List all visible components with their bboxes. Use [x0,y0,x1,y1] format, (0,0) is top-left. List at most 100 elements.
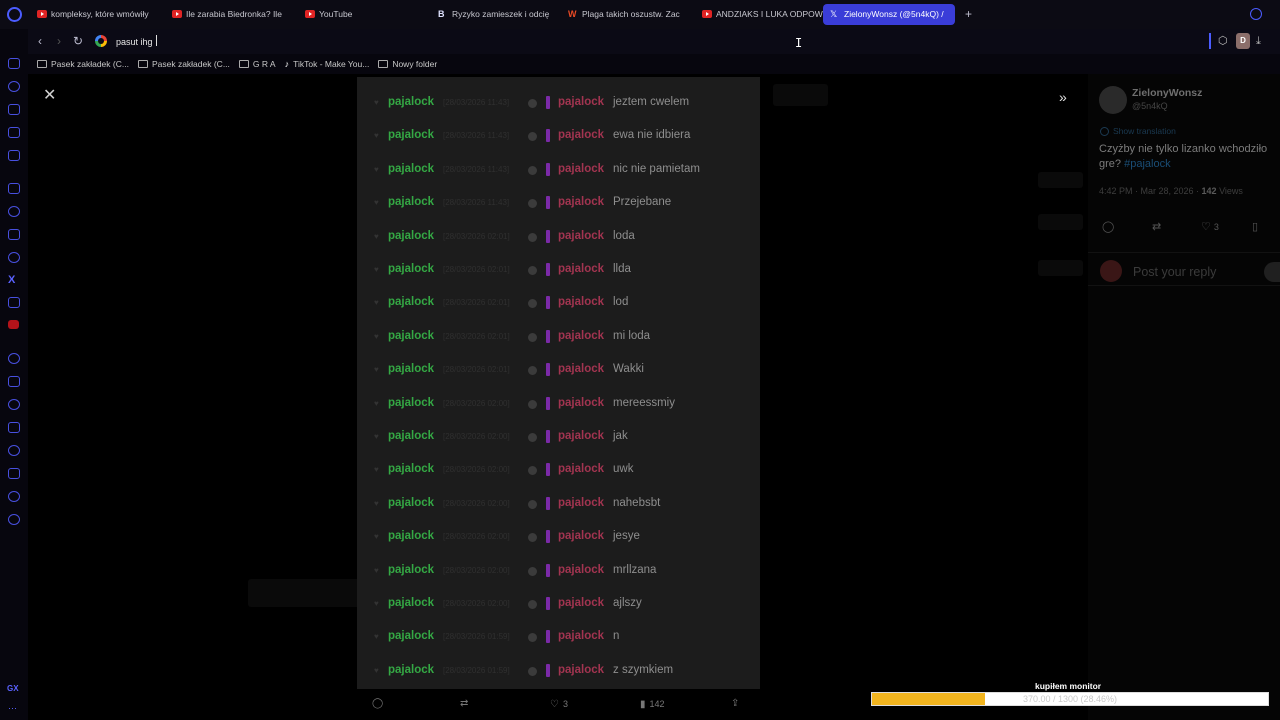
chat-target-username[interactable]: pajalock [558,296,604,308]
heart-icon[interactable]: ♥ [374,566,382,575]
chat-target-username[interactable]: pajalock [558,129,604,141]
sidebar-discord-icon[interactable] [8,297,20,308]
chat-username[interactable]: pajalock [388,363,434,375]
heart-icon[interactable]: ♥ [374,666,382,675]
like-button[interactable]: ♡ 3 [1201,220,1219,233]
sidebar-gamer-icon[interactable] [8,104,20,115]
sidebar-cards-icon[interactable] [8,58,20,69]
new-tab-button[interactable]: + [965,7,977,21]
chat-username[interactable]: pajalock [388,664,434,676]
tweet-author-handle[interactable]: @5n4kQ [1132,101,1168,111]
bookmark-item[interactable]: G R A [238,59,276,69]
sidebar-downloads-icon[interactable] [8,468,20,479]
reload-icon[interactable]: ↻ [71,33,85,49]
chat-username[interactable]: pajalock [388,564,434,576]
sidebar-telegram-icon[interactable] [8,229,20,240]
heart-icon[interactable]: ♥ [374,299,382,307]
chat-target-username[interactable]: pajalock [558,196,604,208]
sidebar-more-icon[interactable]: ⋯ [8,703,17,714]
chat-username[interactable]: pajalock [388,129,434,141]
tab-2[interactable]: YouTube [298,4,431,25]
heart-icon[interactable]: ♥ [374,332,382,341]
chat-target-username[interactable]: pajalock [558,397,604,409]
back-icon[interactable]: ‹ [33,33,47,49]
tab-search-icon[interactable] [1250,8,1262,20]
chat-target-username[interactable]: pajalock [558,163,604,175]
chat-target-username[interactable]: pajalock [558,363,604,375]
heart-icon[interactable]: ♥ [374,399,382,408]
chat-target-username[interactable]: pajalock [558,664,604,676]
chat-username[interactable]: pajalock [388,196,434,208]
chat-target-username[interactable]: pajalock [558,497,604,509]
heart-icon[interactable]: ♥ [374,199,382,207]
sidebar-settings-icon[interactable] [8,514,20,525]
chat-username[interactable]: pajalock [388,263,434,275]
reply-input[interactable]: Post your reply [1133,265,1216,279]
chat-target-username[interactable]: pajalock [558,430,604,442]
bookmark-item[interactable]: Pasek zakładek (C... [137,59,230,69]
chat-target-username[interactable]: pajalock [558,330,604,342]
tweet-author-name[interactable]: ZielonyWonsz [1132,87,1202,99]
sidebar-instagram-icon[interactable] [8,252,20,263]
chat-target-username[interactable]: pajalock [558,230,604,242]
chat-username[interactable]: pajalock [388,397,434,409]
sidebar-twitch-icon[interactable] [8,183,20,194]
sidebar-spotify-icon[interactable] [8,353,20,364]
chat-username[interactable]: pajalock [388,497,434,509]
chat-target-username[interactable]: pajalock [558,597,604,609]
heart-icon[interactable]: ♥ [374,232,382,241]
reply-icon[interactable]: ◯ [1102,220,1114,233]
chat-target-username[interactable]: pajalock [558,463,604,475]
heart-icon[interactable]: ♥ [374,366,382,374]
chat-target-username[interactable]: pajalock [558,96,604,108]
bookmark-item[interactable]: ♪ TikTok - Make You... [285,59,370,69]
chevron-right-icon[interactable]: » [1059,89,1067,105]
sidebar-player-icon[interactable] [8,376,20,387]
tab-4[interactable]: W Plaga takich oszustw. Zac [561,4,695,25]
views-button[interactable]: ▮ 142 [640,697,665,712]
sidebar-gx-icon[interactable] [8,150,20,161]
bookmark-icon[interactable]: ▯ [1252,220,1258,233]
url-input[interactable] [116,35,416,48]
sidebar-cleaner-icon[interactable] [8,127,20,138]
heart-icon[interactable]: ♥ [374,266,382,274]
avatar[interactable] [1099,86,1127,114]
chat-username[interactable]: pajalock [388,296,434,308]
chat-username[interactable]: pajalock [388,463,434,475]
sidebar-history-icon[interactable] [8,445,20,456]
download-icon[interactable]: ⤓ [1256,33,1270,49]
chat-target-username[interactable]: pajalock [558,564,604,576]
chat-username[interactable]: pajalock [388,96,434,108]
repost-icon[interactable]: ⇄ [460,697,468,711]
sidebar-messenger-icon[interactable] [8,206,20,217]
chat-username[interactable]: pajalock [388,330,434,342]
chat-username[interactable]: pajalock [388,430,434,442]
show-translation-link[interactable]: Show translation [1113,126,1176,136]
bookmark-item[interactable]: Nowy folder [378,59,437,69]
heart-icon[interactable]: ♥ [374,600,382,608]
reply-button[interactable] [1264,262,1280,282]
profile-avatar[interactable]: D [1236,33,1250,49]
forward-icon[interactable]: › [52,33,66,49]
tab-6[interactable]: 𝕏 ZielonyWonsz (@5n4kQ) / [823,4,955,25]
reply-icon[interactable]: ◯ [372,697,383,711]
chat-username[interactable]: pajalock [388,630,434,642]
sidebar-heart-icon[interactable] [8,399,20,410]
tab-1[interactable]: Ile zarabia Biedronka? Ile [165,4,298,25]
heart-icon[interactable]: ♥ [374,433,382,441]
heart-icon[interactable]: ♥ [374,99,382,107]
heart-icon[interactable]: ♥ [374,633,382,641]
tweet-timestamp[interactable]: 4:42 PM · Mar 28, 2026 · [1099,186,1202,196]
heart-icon[interactable]: ♥ [374,466,382,474]
tab-0[interactable]: kompleksy, które wmówiły [30,4,165,25]
extensions-icon[interactable]: ⬡ [1218,34,1232,48]
chat-username[interactable]: pajalock [388,530,434,542]
tab-5[interactable]: ANDZIAKS I LUKA ODPOW [695,4,823,25]
opera-logo-icon[interactable] [7,7,22,22]
heart-icon[interactable]: ♥ [374,132,382,140]
heart-icon[interactable]: ♥ [374,165,382,174]
heart-icon[interactable]: ♥ [374,533,382,541]
share-icon[interactable]: ⇪ [731,697,739,711]
chat-username[interactable]: pajalock [388,163,434,175]
sidebar-notification-icon[interactable] [8,320,19,329]
